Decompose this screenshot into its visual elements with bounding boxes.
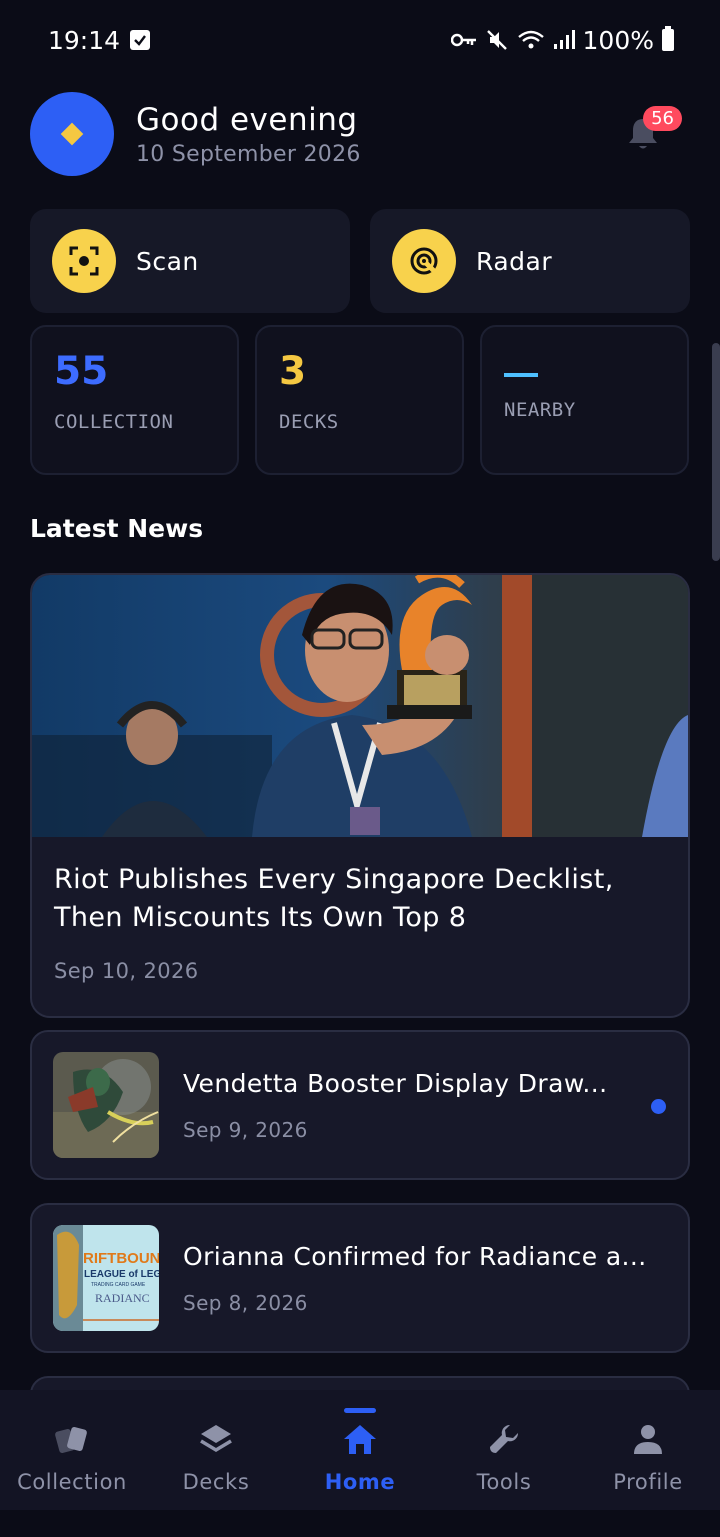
wrench-icon: [485, 1420, 523, 1458]
nav-label-tools: Tools: [476, 1470, 532, 1494]
scan-button[interactable]: Scan: [30, 209, 350, 313]
stat-nearby-label: NEARBY: [504, 399, 576, 421]
checkbox-notification-icon: [130, 30, 151, 50]
nav-decks[interactable]: Decks: [144, 1390, 288, 1494]
greeting-block: Good evening 10 September 2026: [136, 102, 361, 167]
stat-nearby-empty-dash: [504, 373, 538, 377]
featured-news-date: Sep 10, 2026: [54, 959, 199, 983]
nav-collection[interactable]: Collection: [0, 1390, 144, 1494]
thumb-logo-tcg: TRADING CARD GAME: [91, 1282, 146, 1288]
status-right: 100%: [450, 25, 674, 55]
nav-home[interactable]: Home: [288, 1390, 432, 1494]
featured-news-image: [32, 575, 688, 837]
radar-button[interactable]: Radar: [370, 209, 690, 313]
news-item-title: Vendetta Booster Display Draw...: [183, 1068, 608, 1098]
news-item[interactable]: Vendetta Booster Display Draw... Sep 9, …: [30, 1030, 690, 1180]
battery-icon: [662, 26, 674, 51]
radar-icon: [392, 229, 456, 293]
greeting-title: Good evening: [136, 101, 358, 138]
radar-label: Radar: [476, 246, 553, 276]
stat-decks-value: 3: [279, 349, 307, 394]
status-time: 19:14: [48, 25, 121, 55]
thumb-logo-league: LEAGUE of LEGEN: [84, 1269, 159, 1280]
news-thumbnail: [53, 1052, 159, 1158]
news-item[interactable]: RIFTBOUN LEAGUE of LEGEN TRADING CARD GA…: [30, 1203, 690, 1353]
person-icon: [629, 1420, 667, 1458]
stat-collection-value: 55: [54, 349, 109, 394]
key-icon: [450, 33, 476, 47]
nav-tools[interactable]: Tools: [432, 1390, 576, 1494]
featured-news-card[interactable]: Riot Publishes Every Singapore Decklist,…: [30, 573, 690, 1018]
stat-decks[interactable]: 3 DECKS: [255, 325, 464, 475]
header: Good evening 10 September 2026 56: [30, 92, 690, 176]
news-item-date: Sep 9, 2026: [183, 1117, 308, 1142]
thumb-logo-riftbound: RIFTBOUN: [83, 1250, 159, 1267]
nav-label-decks: Decks: [182, 1470, 250, 1494]
signal-icon: [553, 30, 575, 49]
diamond-icon: [60, 122, 84, 146]
status-left: 19:14: [48, 25, 151, 55]
notification-badge: 56: [643, 106, 682, 131]
bottom-navigation: Collection Decks Home Tools Profile: [0, 1390, 720, 1510]
scan-label: Scan: [136, 246, 199, 276]
nav-label-profile: Profile: [613, 1470, 683, 1494]
avatar[interactable]: [30, 92, 114, 176]
section-title-latest-news: Latest News: [30, 514, 204, 543]
news-item-title: Orianna Confirmed for Radiance a...: [183, 1241, 647, 1271]
home-icon: [341, 1420, 379, 1458]
scrollbar[interactable]: [712, 343, 720, 561]
thumb-logo-radiance: RADIANC: [95, 1291, 150, 1305]
stat-decks-label: DECKS: [279, 411, 339, 433]
stat-nearby[interactable]: NEARBY: [480, 325, 689, 475]
featured-news-title: Riot Publishes Every Singapore Decklist,…: [54, 864, 614, 933]
battery-percent: 100%: [582, 25, 654, 55]
nav-label-collection: Collection: [17, 1470, 127, 1494]
stat-collection[interactable]: 55 COLLECTION: [30, 325, 239, 475]
stat-collection-label: COLLECTION: [54, 411, 174, 433]
nav-profile[interactable]: Profile: [576, 1390, 720, 1494]
scan-icon: [52, 229, 116, 293]
layers-icon: [197, 1420, 235, 1458]
wifi-icon: [517, 30, 544, 49]
system-home-bar: [0, 1510, 720, 1537]
nav-active-indicator: [344, 1408, 376, 1413]
nav-label-home: Home: [324, 1470, 396, 1494]
news-item-date: Sep 8, 2026: [183, 1290, 308, 1315]
news-thumbnail: RIFTBOUN LEAGUE of LEGEN TRADING CARD GA…: [53, 1225, 159, 1331]
greeting-date: 10 September 2026: [136, 141, 361, 167]
mute-icon: [486, 30, 507, 50]
cards-icon: [53, 1420, 91, 1458]
status-bar: 19:14 100%: [0, 0, 720, 80]
unread-indicator: [651, 1099, 666, 1114]
